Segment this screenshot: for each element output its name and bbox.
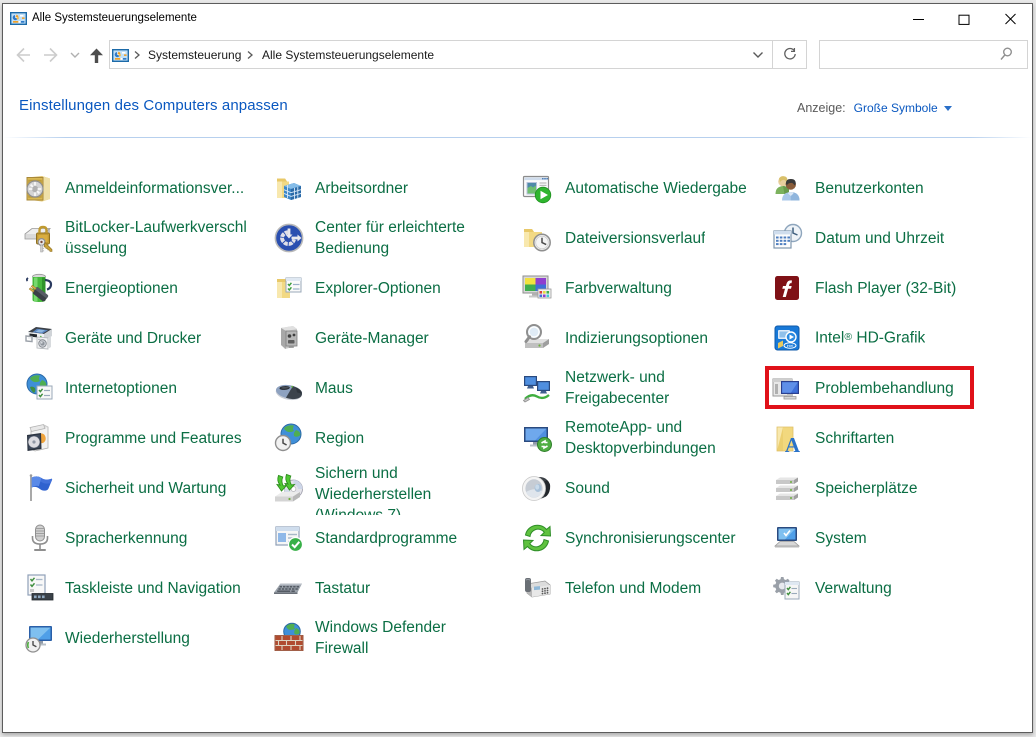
svg-text:intel: intel bbox=[787, 344, 794, 348]
svg-text:A: A bbox=[785, 433, 801, 454]
